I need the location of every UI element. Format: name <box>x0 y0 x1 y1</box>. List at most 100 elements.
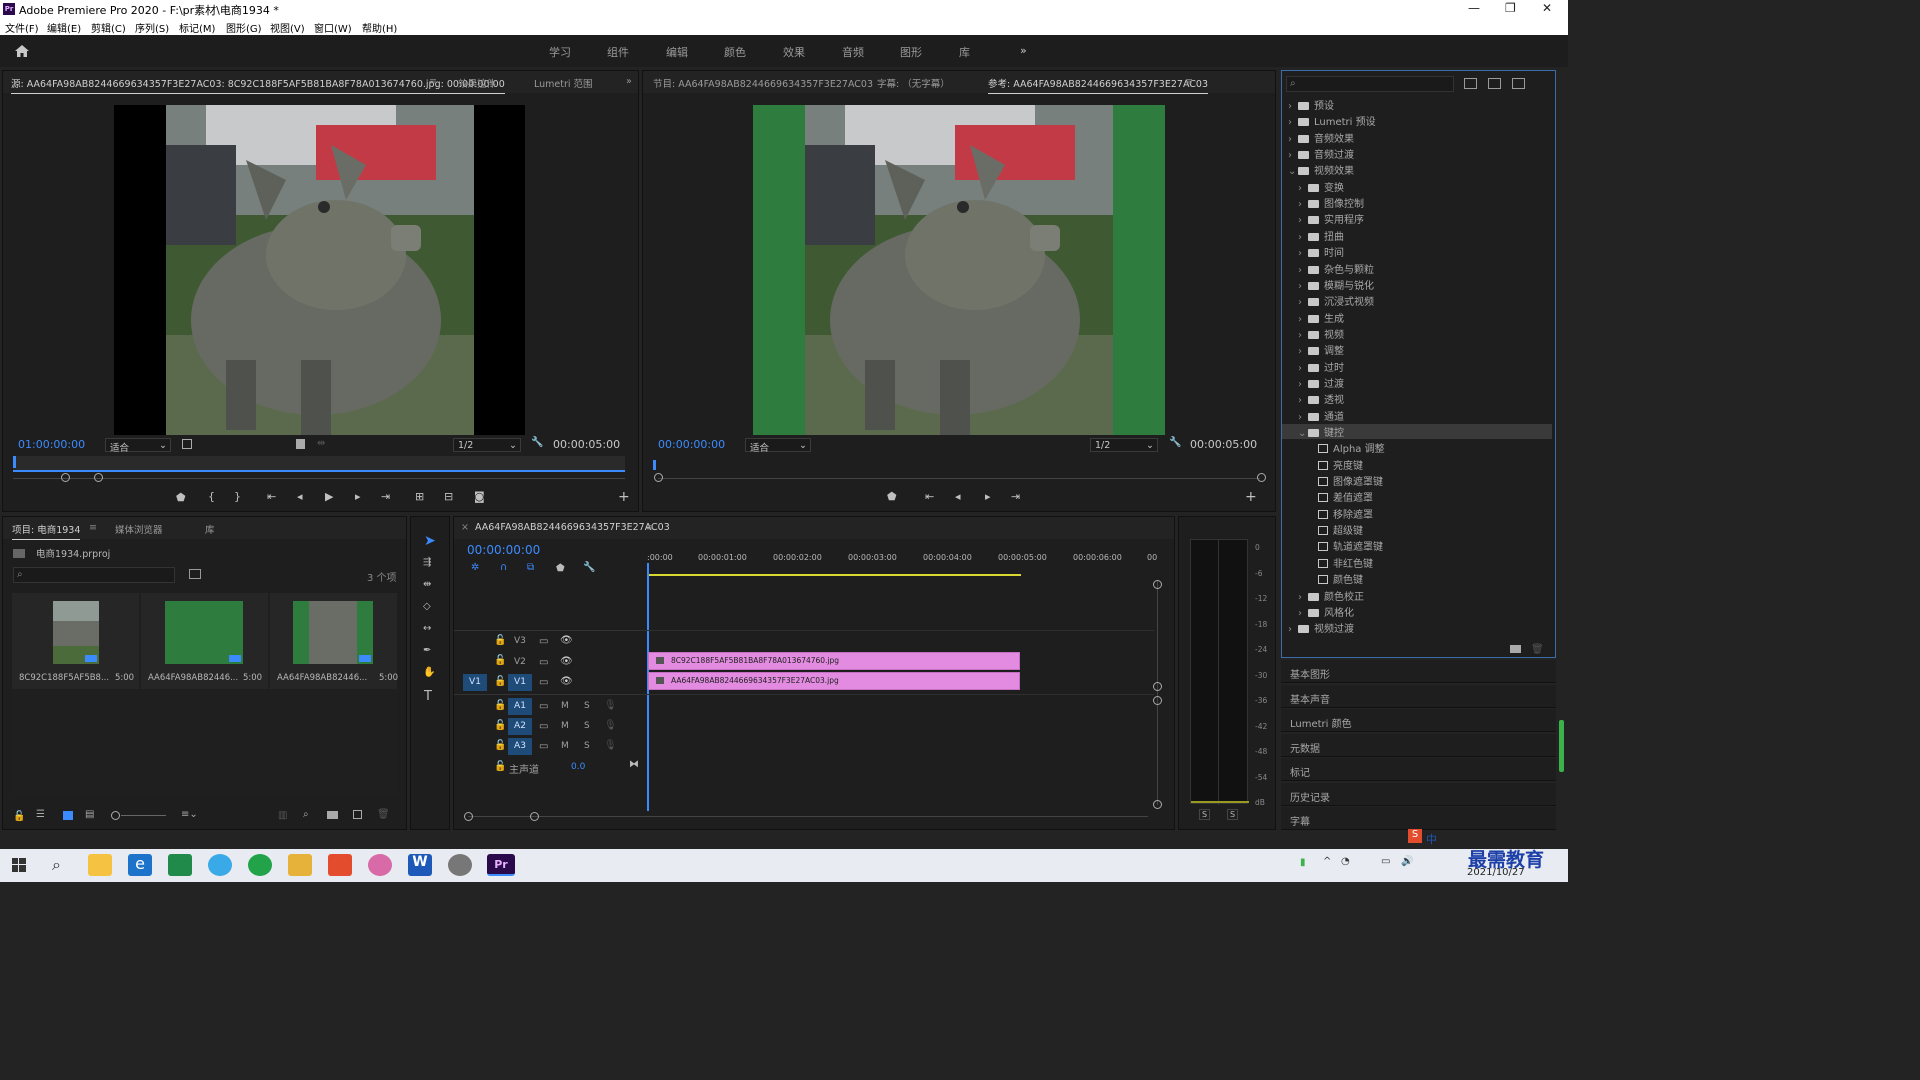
effects-search-input[interactable]: ⌕ <box>1286 76 1454 92</box>
yuv-effects-icon[interactable] <box>1512 78 1525 89</box>
effects-tree-item[interactable]: 差值遮罩 <box>1282 489 1552 504</box>
effects-tree-item[interactable]: › 过时 <box>1282 359 1552 374</box>
mute-button[interactable]: M <box>561 701 569 711</box>
menu-view[interactable]: 视图(V) <box>270 20 305 35</box>
source-time-ruler[interactable] <box>13 456 625 472</box>
hand-tool-icon[interactable]: ✋ <box>423 667 435 678</box>
workspace-effects[interactable]: 效果 <box>783 44 805 60</box>
chevron-down-icon[interactable]: ⌄ <box>1288 166 1298 177</box>
360-icon[interactable] <box>248 854 272 876</box>
nest-toggle-icon[interactable]: ✲ <box>471 562 479 573</box>
chevron-right-icon[interactable]: › <box>1288 117 1298 128</box>
type-tool-icon[interactable]: T <box>424 689 432 704</box>
effects-tree-item[interactable]: › 杂色与颗粒 <box>1282 261 1552 276</box>
chevron-right-icon[interactable]: › <box>1298 395 1308 406</box>
effects-tree-item[interactable]: ⌄ 视频效果 <box>1282 162 1552 177</box>
source-playhead[interactable] <box>13 456 16 468</box>
lock-icon[interactable]: 🔓 <box>494 761 506 772</box>
chevron-down-icon[interactable]: ⌄ <box>1298 428 1308 439</box>
program-menu-icon[interactable]: ≡ <box>1185 76 1193 87</box>
home-icon[interactable] <box>14 44 30 58</box>
track-label-a3[interactable]: A3 <box>508 738 532 755</box>
chevron-right-icon[interactable]: › <box>1298 379 1308 390</box>
close-icon[interactable]: ✕ <box>1542 1 1552 15</box>
icon-view-icon[interactable] <box>63 811 73 820</box>
step-back-icon[interactable]: ◂ <box>297 490 303 503</box>
hscroll-handle-left[interactable] <box>464 812 473 821</box>
selection-tool-icon[interactable]: ➤ <box>424 533 436 549</box>
effects-tree-item[interactable]: › 调整 <box>1282 342 1552 357</box>
step-forward-icon[interactable]: ▸ <box>355 490 361 503</box>
work-area-bar[interactable] <box>647 574 1021 576</box>
sync-lock-icon[interactable]: ▭ <box>539 677 548 688</box>
solo-left-button[interactable]: S <box>1199 809 1211 820</box>
tab-program[interactable]: 节目: AA64FA98AB8244669634357F3E27AC03 <box>653 76 873 90</box>
freeform-view-icon[interactable]: ▤ <box>85 809 94 820</box>
tab-media-browser[interactable]: 媒体浏览器 <box>115 522 163 536</box>
solo-right-button[interactable]: S <box>1227 809 1239 820</box>
program-resolution-select[interactable]: 1/2 ⌄ <box>1090 438 1158 452</box>
tab-effect-controls[interactable]: 效果控件 <box>458 76 496 90</box>
windows-start-icon[interactable] <box>12 858 26 872</box>
microphone-icon[interactable]: 🎙 <box>604 720 617 731</box>
eye-icon[interactable]: 👁 <box>560 676 573 687</box>
new-item-icon[interactable] <box>353 810 362 819</box>
zoom-slider-track[interactable] <box>121 815 166 816</box>
razor-tool-icon[interactable]: ◇ <box>423 601 431 612</box>
effects-tree-item[interactable]: 颜色键 <box>1282 571 1552 586</box>
more-workspaces-icon[interactable]: » <box>1020 44 1027 57</box>
timeline-timecode[interactable]: 00:00:00:00 <box>467 543 540 557</box>
effects-tree-item[interactable]: › 音频效果 <box>1282 130 1552 145</box>
track-label-a1[interactable]: A1 <box>508 698 532 715</box>
effects-tree-item[interactable]: 图像遮罩键 <box>1282 473 1552 488</box>
project-item[interactable]: AA64FA98AB82446... 5:00 <box>270 593 398 689</box>
overwrite-icon[interactable]: ⇹ <box>317 438 325 449</box>
premiere-taskbar-icon[interactable]: Pr <box>487 854 515 876</box>
chevron-right-icon[interactable]: › <box>1298 183 1308 194</box>
lock-icon[interactable]: 🔓 <box>494 720 506 731</box>
effects-tree-item[interactable]: › 时间 <box>1282 244 1552 259</box>
timeline-settings-icon[interactable]: 🔧 <box>583 562 595 573</box>
vscroll-handle-bottom[interactable] <box>1153 800 1162 809</box>
go-to-out-icon[interactable]: ⇥ <box>1011 490 1020 503</box>
side-panel-header[interactable]: 元数据 <box>1281 733 1556 757</box>
new-search-bin-icon[interactable] <box>189 569 201 579</box>
menu-sequence[interactable]: 序列(S) <box>135 20 169 35</box>
source-resolution-select[interactable]: 1/2 ⌄ <box>453 438 521 452</box>
lock-icon[interactable]: 🔓 <box>494 740 506 751</box>
sort-icon[interactable]: ≡⌄ <box>181 809 198 820</box>
word-icon[interactable]: W <box>408 854 432 876</box>
close-sequence-icon[interactable]: × <box>461 522 469 533</box>
workspace-editing[interactable]: 编辑 <box>666 44 688 60</box>
timeline-clip-v1[interactable]: AA64FA98AB8244669634357F3E27AC03.jpg <box>648 672 1020 690</box>
volume-icon[interactable]: 🔊 <box>1401 856 1413 867</box>
workspace-learn[interactable]: 学习 <box>549 44 571 60</box>
app-flower-icon[interactable] <box>368 854 392 876</box>
microphone-icon[interactable]: 🎙 <box>604 700 617 711</box>
program-playhead[interactable] <box>653 460 656 470</box>
panel-scrollbar[interactable] <box>1559 720 1564 772</box>
chevron-right-icon[interactable]: › <box>1298 248 1308 259</box>
tab-lumetri-scopes[interactable]: Lumetri 范围 <box>534 76 593 90</box>
workspace-color[interactable]: 颜色 <box>724 44 746 60</box>
excel-icon[interactable] <box>168 854 192 876</box>
chevron-right-icon[interactable]: › <box>1298 412 1308 423</box>
sogou-ime-icon[interactable]: S <box>1408 829 1422 843</box>
vscroll-handle-mid[interactable] <box>1153 682 1162 691</box>
go-to-out-icon[interactable]: ⇥ <box>381 490 390 503</box>
automate-icon[interactable]: ▥ <box>278 810 287 821</box>
effects-tree-item[interactable]: › 视频 <box>1282 326 1552 341</box>
maximize-icon[interactable]: ❐ <box>1505 1 1516 15</box>
tab-libraries[interactable]: 库 <box>205 522 215 536</box>
menu-help[interactable]: 帮助(H) <box>362 20 397 35</box>
search-icon[interactable]: ⌕ <box>52 855 61 875</box>
menu-graphics[interactable]: 图形(G) <box>226 20 262 35</box>
effects-tree-item[interactable]: › 实用程序 <box>1282 211 1552 226</box>
timeline-ruler[interactable]: :00:00 00:00:01:00 00:00:02:00 00:00:03:… <box>647 547 1157 577</box>
chevron-right-icon[interactable]: › <box>1298 199 1308 210</box>
app-grid-icon[interactable] <box>328 854 352 876</box>
new-bin-icon[interactable] <box>327 811 338 819</box>
side-panel-header[interactable]: 字幕 <box>1281 807 1556 830</box>
project-item[interactable]: AA64FA98AB82446... 5:00 <box>141 593 268 689</box>
source-timecode[interactable]: 01:00:00:00 <box>18 438 85 451</box>
